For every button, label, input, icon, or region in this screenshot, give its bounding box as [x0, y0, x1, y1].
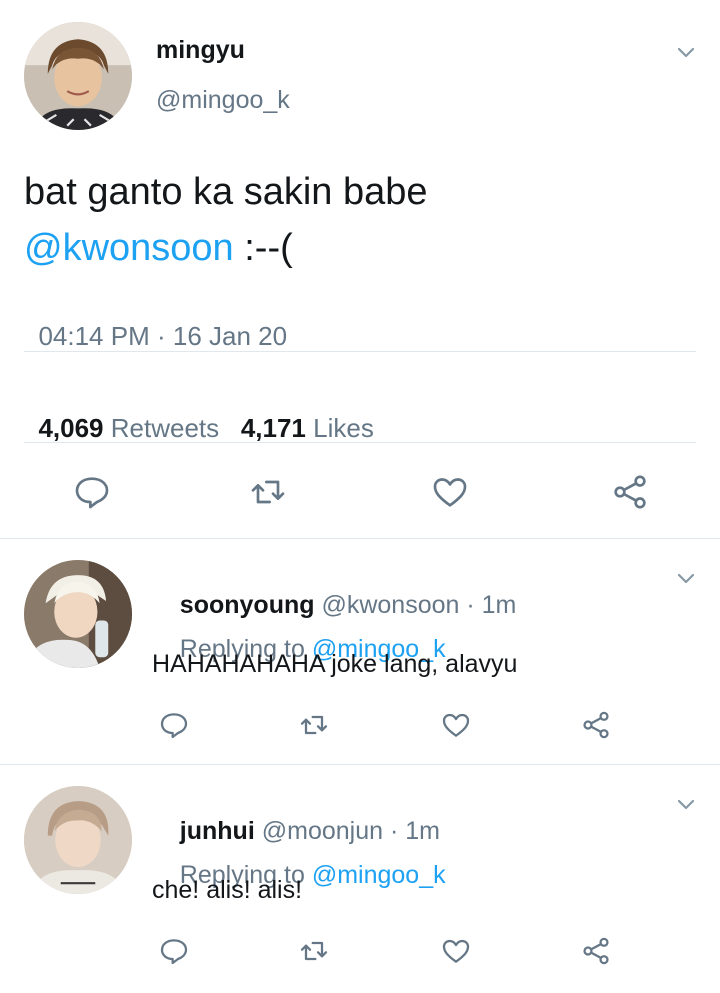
reply-tweet[interactable]: soonyoung @kwonsoon · 1m Replying to @mi…	[0, 539, 720, 764]
reply-icon[interactable]	[72, 472, 112, 512]
retweet-icon[interactable]	[248, 472, 288, 512]
retweet-count[interactable]: 4,069 Retweets	[38, 413, 219, 443]
reply-icon[interactable]	[158, 935, 190, 967]
mention-link[interactable]: @kwonsoon	[24, 227, 234, 269]
tweet-text-line2: @kwonsoon :--(	[24, 220, 696, 276]
author-handle[interactable]: @mingoo_k	[156, 86, 290, 115]
chevron-down-icon[interactable]	[674, 40, 698, 64]
tweet-text-suffix: :--(	[233, 227, 293, 269]
share-icon[interactable]	[580, 709, 612, 741]
divider	[24, 351, 696, 352]
avatar-image	[24, 22, 132, 130]
chevron-down-icon[interactable]	[674, 566, 698, 590]
retweet-count-label: Retweets	[110, 413, 220, 443]
like-icon[interactable]	[430, 472, 470, 512]
tweet-text: bat ganto ka sakin babe @kwonsoon :--(	[24, 164, 696, 276]
tweet-timestamp: 04:14 PM · 16 Jan 20	[24, 290, 287, 352]
reply-tweet[interactable]: junhui @moonjun · 1m Replying to @mingoo…	[0, 765, 720, 993]
reply-text: che! alis! alis!	[152, 876, 303, 904]
like-count[interactable]: 4,171 Likes	[241, 413, 374, 443]
share-icon[interactable]	[580, 935, 612, 967]
chevron-down-icon[interactable]	[674, 792, 698, 816]
like-count-value: 4,171	[240, 413, 306, 443]
tweet-text-line1: bat ganto ka sakin babe	[24, 171, 428, 213]
tweet-time: 04:14 PM	[38, 321, 150, 351]
like-count-label: Likes	[313, 413, 374, 443]
reply-time-separator: ·	[466, 591, 475, 619]
engagement-stats: 4,069 Retweets 4,171 Likes	[24, 382, 374, 444]
retweet-icon[interactable]	[298, 709, 330, 741]
like-icon[interactable]	[440, 709, 472, 741]
reply-icon[interactable]	[158, 709, 190, 741]
avatar-junhui[interactable]	[24, 786, 132, 894]
reply-text: HAHAHAHAHA joke lang, alavyu	[152, 650, 518, 678]
share-icon[interactable]	[610, 472, 650, 512]
avatar-image	[24, 786, 132, 894]
retweet-icon[interactable]	[298, 935, 330, 967]
avatar-mingyu[interactable]	[24, 22, 132, 130]
like-icon[interactable]	[440, 935, 472, 967]
retweet-count-value: 4,069	[38, 413, 104, 443]
author-name[interactable]: mingyu	[156, 36, 245, 65]
avatar-soonyoung[interactable]	[24, 560, 132, 668]
divider	[24, 442, 696, 443]
timestamp-separator: ·	[156, 321, 166, 351]
replying-to-handle[interactable]: @mingoo_k	[312, 861, 446, 889]
tweet-date: 16 Jan 20	[172, 321, 288, 351]
reply-time: 1m	[481, 591, 517, 619]
avatar-image	[24, 560, 132, 668]
